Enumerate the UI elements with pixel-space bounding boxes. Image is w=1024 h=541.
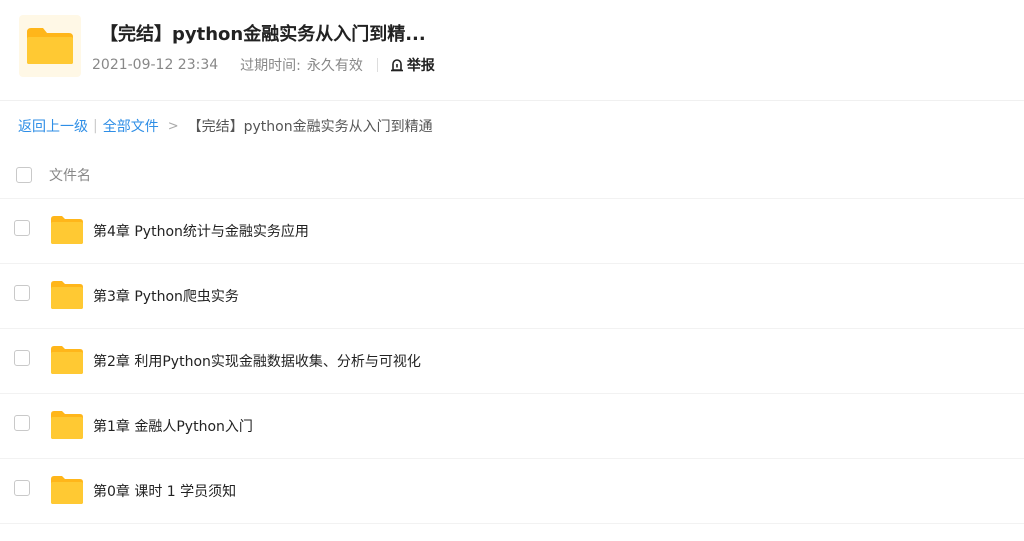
file-name[interactable]: 第1章 金融人Python入门 <box>93 416 253 436</box>
row-checkbox[interactable] <box>14 415 30 431</box>
file-name[interactable]: 第4章 Python统计与金融实务应用 <box>93 221 309 241</box>
row-checkbox[interactable] <box>14 350 30 366</box>
folder-icon <box>51 476 83 504</box>
share-date: 2021-09-12 23:34 <box>92 57 219 73</box>
breadcrumb-divider: | <box>93 118 98 134</box>
folder-icon <box>51 216 83 244</box>
file-name[interactable]: 第2章 利用Python实现金融数据收集、分析与可视化 <box>93 351 421 371</box>
breadcrumb-current: 【完结】python金融实务从入门到精通 <box>187 119 433 135</box>
file-name[interactable]: 第3章 Python爬虫实务 <box>93 286 239 306</box>
list-item[interactable]: 第1章 金融人Python入门 <box>0 393 1024 459</box>
file-list-header: 文件名 <box>0 153 1024 199</box>
expire-label: 过期时间: <box>240 58 301 74</box>
column-header-filename[interactable]: 文件名 <box>49 165 91 185</box>
list-item[interactable]: 第3章 Python爬虫实务 <box>0 263 1024 329</box>
breadcrumb-all-files-link[interactable]: 全部文件 <box>103 116 159 136</box>
breadcrumb: 返回上一级 | 全部文件 > 【完结】python金融实务从入门到精通 <box>18 116 433 136</box>
row-checkbox[interactable] <box>14 220 30 236</box>
report-button[interactable]: 举报 <box>390 55 435 75</box>
share-meta: 2021-09-12 23:34 过期时间: 永久有效 举报 <box>92 55 435 75</box>
row-checkbox[interactable] <box>14 285 30 301</box>
list-item[interactable]: 第2章 利用Python实现金融数据收集、分析与可视化 <box>0 328 1024 394</box>
share-header: 【完结】python金融实务从入门到精... 2021-09-12 23:34 … <box>0 0 1024 101</box>
folder-icon <box>51 281 83 309</box>
breadcrumb-chevron-icon: > <box>167 118 179 134</box>
breadcrumb-back-link[interactable]: 返回上一级 <box>18 116 88 136</box>
folder-icon <box>51 411 83 439</box>
list-item[interactable]: 第4章 Python统计与金融实务应用 <box>0 198 1024 264</box>
file-name[interactable]: 第0章 课时 1 学员须知 <box>93 481 236 501</box>
report-icon <box>390 59 403 72</box>
share-folder-icon <box>19 15 81 77</box>
report-label: 举报 <box>406 58 435 74</box>
row-checkbox[interactable] <box>14 480 30 496</box>
select-all-checkbox[interactable] <box>16 167 32 183</box>
meta-divider <box>376 58 378 72</box>
expire-value: 永久有效 <box>306 58 363 74</box>
folder-icon <box>51 346 83 374</box>
list-item[interactable]: 第0章 课时 1 学员须知 <box>0 458 1024 524</box>
share-title: 【完结】python金融实务从入门到精... <box>100 24 426 45</box>
